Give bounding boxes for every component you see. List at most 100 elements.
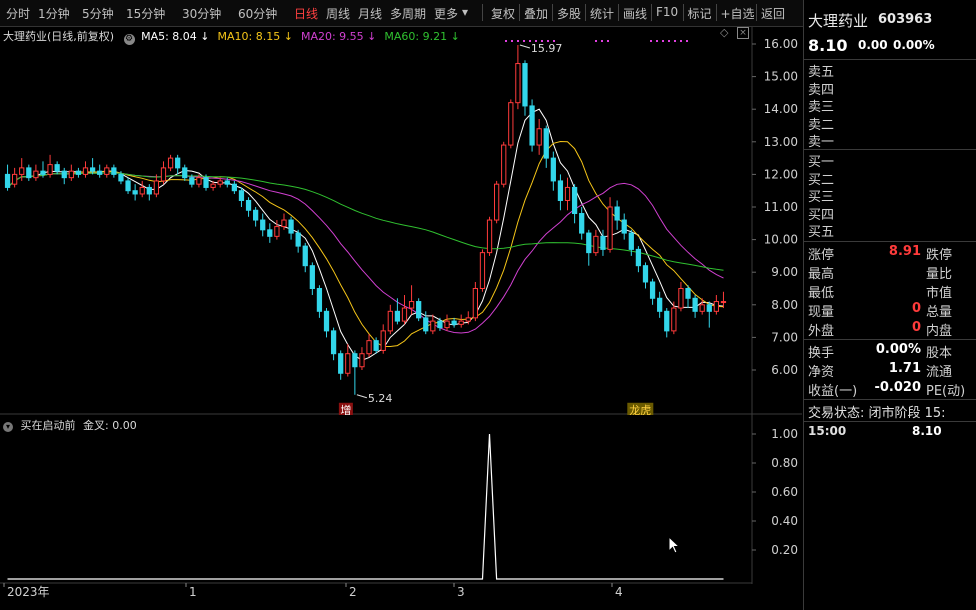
stat2-row-0: 换手 0.00% 股本 bbox=[808, 342, 975, 361]
candle-body bbox=[97, 170, 103, 175]
toolbar-separator bbox=[618, 4, 619, 21]
candle-body bbox=[508, 102, 514, 146]
candle-body bbox=[61, 170, 67, 179]
y-tick-label: 8.00 bbox=[771, 298, 798, 312]
candle-body bbox=[699, 304, 705, 312]
candle-body bbox=[281, 219, 287, 228]
candle-body bbox=[664, 310, 670, 332]
candle-body bbox=[579, 213, 585, 234]
x-tick-label: 3 bbox=[457, 585, 465, 599]
period-tab-3[interactable]: 15分钟 bbox=[126, 5, 165, 22]
last-price: 8.10 bbox=[808, 36, 848, 55]
period-tab-7[interactable]: 周线 bbox=[326, 5, 350, 22]
candle-body bbox=[196, 177, 202, 185]
candle-body bbox=[494, 183, 500, 221]
period-tab-6[interactable]: 日线 bbox=[294, 5, 318, 22]
gear-icon[interactable]: ⚙ bbox=[123, 34, 135, 45]
period-tab-8[interactable]: 月线 bbox=[358, 5, 382, 22]
high-label: 15.97 bbox=[531, 42, 563, 55]
ind-y-tick-label: 0.20 bbox=[771, 543, 798, 557]
candle-body bbox=[479, 252, 486, 289]
collapse-icon[interactable]: × bbox=[737, 27, 749, 39]
period-tab-0[interactable]: 分时 bbox=[6, 5, 30, 22]
candle-body bbox=[628, 232, 634, 250]
tool-button-4[interactable]: 画线 bbox=[623, 5, 647, 22]
stat-label2: 跌停 bbox=[926, 248, 953, 263]
stat2-label: 收益(一) bbox=[808, 384, 858, 399]
candle-body bbox=[75, 170, 82, 175]
y-tick-label: 11.00 bbox=[764, 200, 798, 214]
period-tab-5[interactable]: 60分钟 bbox=[238, 5, 277, 22]
quote-panel: 大理药业 603963 8.10 0.00 0.00% 卖五 卖四 卖三 卖二 卖一 买一… bbox=[803, 0, 976, 610]
signal-dot bbox=[601, 40, 603, 42]
tool-button-1[interactable]: 叠加 bbox=[524, 5, 548, 22]
sell-level-0: 卖五 bbox=[808, 61, 975, 80]
candle-body bbox=[557, 180, 564, 201]
tool-button-0[interactable]: 复权 bbox=[491, 5, 515, 22]
sell-level-2: 卖三 bbox=[808, 96, 975, 115]
diamond-icon[interactable]: ◇ bbox=[720, 27, 730, 38]
candlestick-chart[interactable]: 16.00 15.00 14.00 13.00 12.00 11.00 10.00 9.00 8… bbox=[0, 27, 802, 415]
stat-label: 外盘 bbox=[808, 324, 835, 339]
stat-label2: 总量 bbox=[926, 305, 953, 320]
candle-body bbox=[54, 164, 60, 172]
high-pointer bbox=[519, 44, 531, 49]
sell-level-4: 卖一 bbox=[808, 131, 975, 150]
candle-body bbox=[458, 320, 464, 325]
tool-button-3[interactable]: 统计 bbox=[590, 5, 614, 22]
stat-value: 0 bbox=[911, 301, 921, 316]
candle-body bbox=[713, 301, 719, 312]
candle-body bbox=[189, 177, 195, 185]
candle-body bbox=[586, 232, 592, 254]
candle-body bbox=[33, 170, 39, 179]
stat-row-4: 外盘 0 内盘 bbox=[808, 320, 975, 339]
candle-body bbox=[706, 304, 712, 312]
more-arrow-icon[interactable]: ▾ bbox=[462, 5, 468, 19]
candle-body bbox=[316, 288, 323, 312]
indicator-chart[interactable]: 1.00 0.80 0.60 0.40 0.20 bbox=[0, 414, 802, 584]
candle-body bbox=[607, 206, 613, 250]
stat2-row-1: 净资 1.71 流通 bbox=[808, 361, 975, 380]
candle-body bbox=[139, 186, 145, 195]
x-tick-label: 2023年 bbox=[7, 585, 50, 599]
period-tab-1[interactable]: 1分钟 bbox=[38, 5, 70, 22]
period-tab-2[interactable]: 5分钟 bbox=[82, 5, 114, 22]
toolbar-separator bbox=[519, 4, 520, 21]
x-tick-label: 4 bbox=[615, 585, 623, 599]
stat-label: 现量 bbox=[808, 305, 835, 320]
candle-body bbox=[104, 167, 110, 175]
candle-body bbox=[373, 340, 379, 351]
candle-body bbox=[309, 265, 315, 289]
candle-body bbox=[657, 297, 663, 312]
y-tick-label: 14.00 bbox=[764, 102, 798, 116]
ma-legend-2: MA20: 9.55 ↓ bbox=[300, 30, 377, 43]
candle-body bbox=[614, 206, 620, 221]
candle-body bbox=[536, 128, 542, 146]
candle-body bbox=[153, 180, 160, 195]
candle-body bbox=[260, 219, 266, 231]
tool-button-5[interactable]: F10 bbox=[656, 5, 678, 19]
period-tab-4[interactable]: 30分钟 bbox=[182, 5, 221, 22]
signal-dot bbox=[662, 40, 664, 42]
candle-body bbox=[203, 177, 209, 188]
period-tab-9[interactable]: 多周期 bbox=[390, 5, 426, 22]
candle-body bbox=[430, 320, 436, 332]
candle-body bbox=[685, 288, 691, 299]
sell-level-label: 卖二 bbox=[808, 117, 835, 133]
tool-button-8[interactable]: 返回 bbox=[761, 5, 785, 22]
ind-y-tick-label: 1.00 bbox=[771, 427, 798, 441]
candle-body bbox=[359, 353, 365, 368]
chevron-down-icon[interactable]: ▾ bbox=[3, 422, 13, 432]
period-tab-10[interactable]: 更多 bbox=[434, 5, 458, 22]
candle-body bbox=[345, 353, 351, 374]
tool-button-7[interactable]: +自选 bbox=[721, 5, 755, 22]
ind-y-tick-label: 0.60 bbox=[771, 485, 798, 499]
indicator-value: 金叉: 0.00 bbox=[83, 419, 137, 432]
stat-row-0: 涨停 8.91 跌停 bbox=[808, 244, 975, 263]
tool-button-2[interactable]: 多股 bbox=[557, 5, 581, 22]
stat2-value: 1.71 bbox=[888, 361, 921, 376]
candle-body bbox=[302, 245, 308, 267]
candle-body bbox=[210, 183, 216, 188]
tool-button-6[interactable]: 标记 bbox=[688, 5, 712, 22]
candle-body bbox=[175, 157, 181, 169]
